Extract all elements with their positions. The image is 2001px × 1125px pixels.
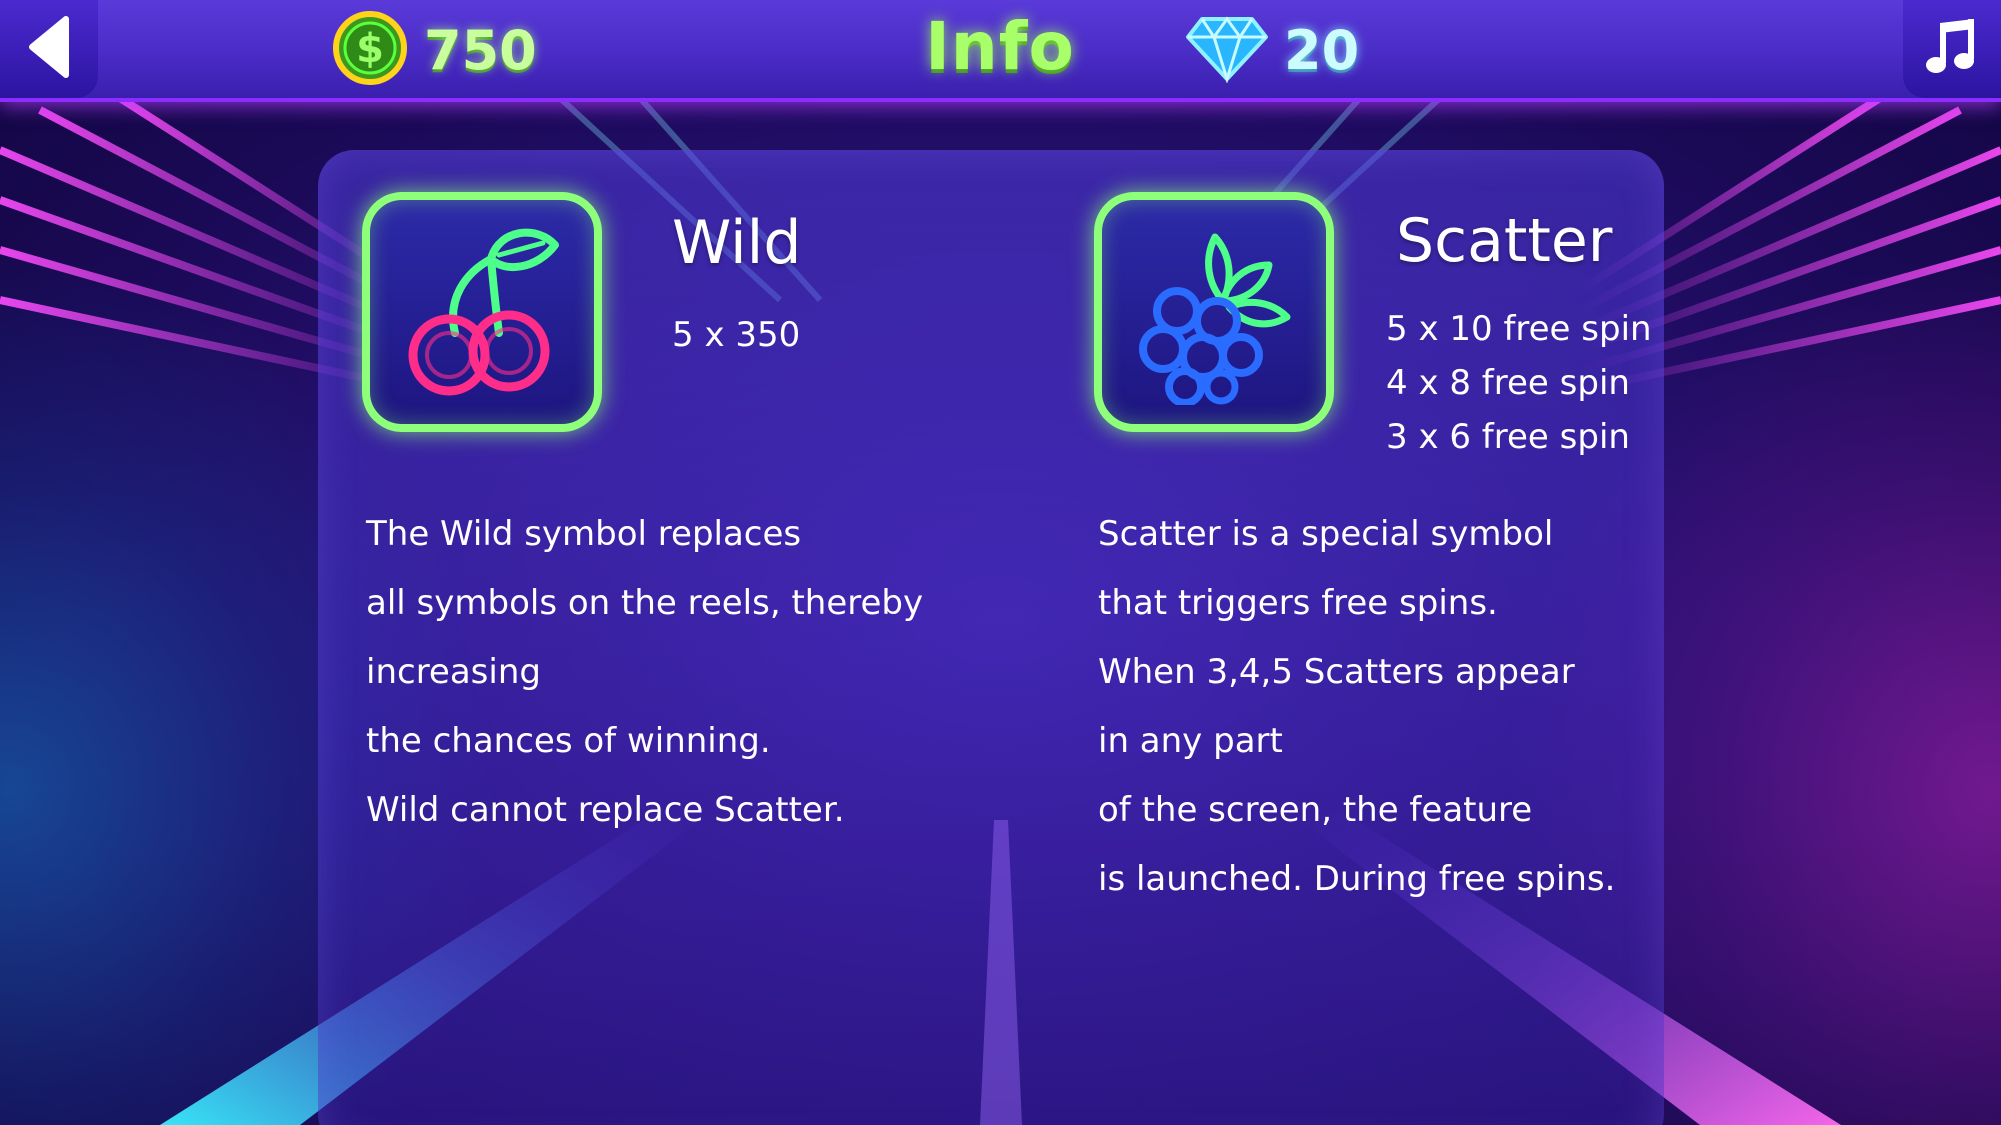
wild-description-line: increasing xyxy=(366,652,541,692)
chevron-left-icon xyxy=(26,15,72,83)
scatter-description-line: in any part xyxy=(1098,721,1283,761)
scatter-payout-line: 5 x 10 free spin xyxy=(1386,309,1652,349)
grapes-icon xyxy=(1119,215,1309,409)
wild-symbol-frame xyxy=(362,192,602,432)
scatter-payout-line: 4 x 8 free spin xyxy=(1386,363,1630,403)
gem-count: 20 xyxy=(1284,18,1360,82)
scatter-description-line: When 3,4,5 Scatters appear xyxy=(1098,652,1575,692)
wild-description-line: all symbols on the reels, thereby xyxy=(366,583,924,623)
wild-description-line: The Wild symbol replaces xyxy=(366,514,802,554)
scatter-description: Scatter is a special symbol that trigger… xyxy=(1098,500,1615,914)
page-title: Info xyxy=(925,8,1075,85)
coin-count: 750 xyxy=(424,18,537,82)
scatter-payout-line: 3 x 6 free spin xyxy=(1386,417,1630,457)
scatter-description-line: that triggers free spins. xyxy=(1098,583,1498,623)
cherry-icon xyxy=(387,215,577,409)
scatter-description-line: of the screen, the feature xyxy=(1098,790,1533,830)
wild-payouts: 5 x 350 xyxy=(672,308,800,362)
wild-description-line: Wild cannot replace Scatter. xyxy=(366,790,845,830)
wild-description: The Wild symbol replaces all symbols on … xyxy=(366,500,923,845)
wild-payout-line: 5 x 350 xyxy=(672,315,801,355)
dollar-coin-icon: $ xyxy=(332,10,408,90)
scatter-description-line: Scatter is a special symbol xyxy=(1098,514,1554,554)
back-button[interactable] xyxy=(0,0,98,98)
game-screen: $ 750 Info 20 Wild 5 x 350 The Wild symb… xyxy=(0,0,2001,1125)
scatter-payouts: 5 x 10 free spin 4 x 8 free spin 3 x 6 f… xyxy=(1386,302,1652,464)
wild-title: Wild xyxy=(672,208,802,278)
scatter-title: Scatter xyxy=(1396,206,1613,276)
coin-balance: $ 750 xyxy=(332,10,537,90)
svg-text:$: $ xyxy=(356,26,384,72)
scatter-description-line: is launched. During free spins. xyxy=(1098,859,1616,899)
gem-balance: 20 xyxy=(1186,10,1359,90)
diamond-icon xyxy=(1186,13,1268,87)
scatter-symbol-frame xyxy=(1094,192,1334,432)
music-toggle-button[interactable] xyxy=(1903,0,2001,98)
wild-description-line: the chances of winning. xyxy=(366,721,771,761)
music-note-icon xyxy=(1924,17,1980,81)
